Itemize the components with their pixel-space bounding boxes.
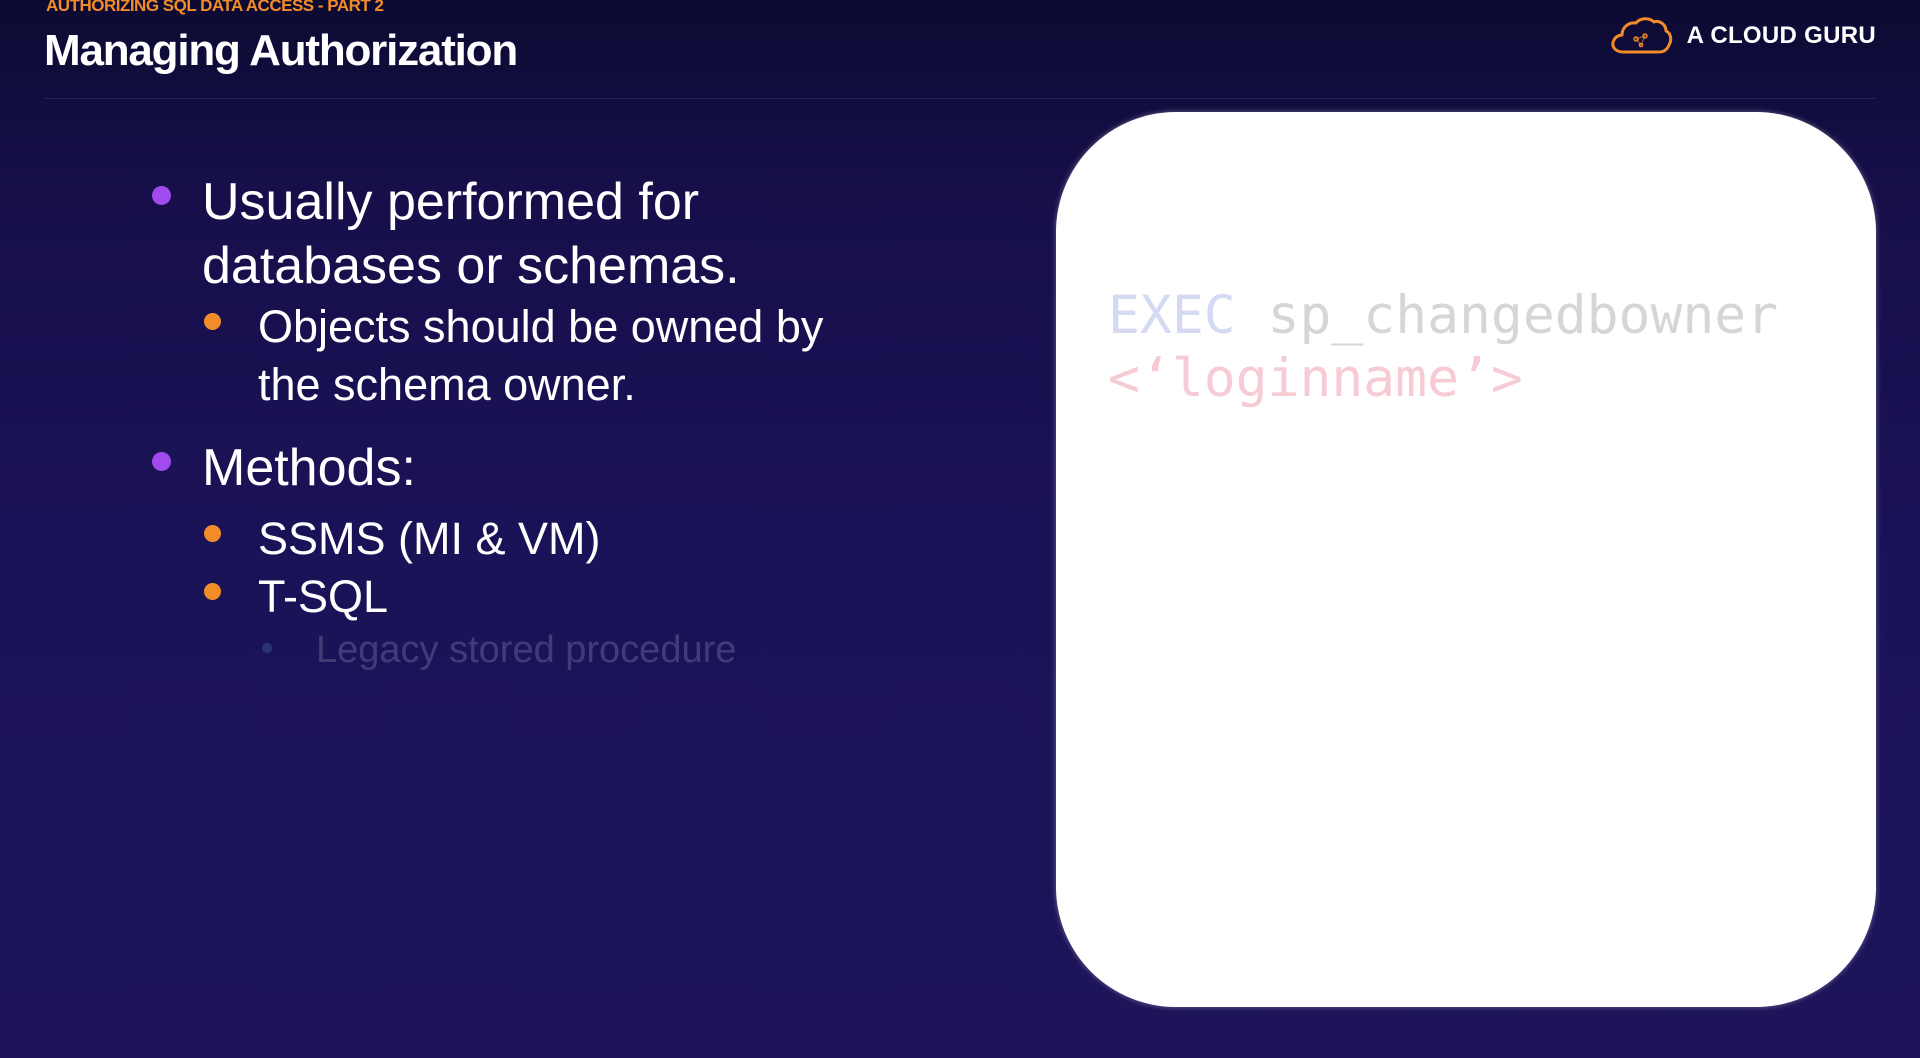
bullet-item: Usually performed for databases or schem… [150,170,970,414]
sub-bullet-line: Objects should be owned by [258,301,824,352]
sub-bullet-item: SSMS (MI & VM) [202,510,970,568]
code-keyword: EXEC [1108,285,1236,346]
sub-bullet-text: Objects should be owned by the schema ow… [258,298,970,414]
sub-bullet-line: the schema owner. [258,359,636,410]
code-line: EXEC sp_changedbowner [1108,284,1778,347]
header-divider [44,98,1876,99]
brand-logo: A CLOUD GURU [1609,16,1876,56]
code-parameter: <‘loginname’> [1108,348,1523,409]
sub-bullet-item: T-SQL Legacy stored procedure [202,568,970,674]
bullet-dot-icon [152,186,171,205]
slide: AUTHORIZING SQL DATA ACCESS - PART 2 Man… [0,0,1920,1058]
sub-bullet-dot-icon [204,313,221,330]
bullet-text: Usually performed for databases or schem… [202,170,970,298]
cloud-icon [1609,16,1673,56]
section-eyebrow: AUTHORIZING SQL DATA ACCESS - PART 2 [46,0,384,15]
code-snippet: EXEC sp_changedbowner <‘loginname’> [1108,284,1778,410]
sub-bullet-item: Objects should be owned by the schema ow… [202,298,970,414]
code-procedure-name: sp_changedbowner [1267,285,1779,346]
sub-bullet-dot-icon [204,525,221,542]
bullet-dot-icon [152,452,171,471]
sub-bullet-dot-icon [204,583,221,600]
sub-sub-bullet-item: Legacy stored procedure [258,626,970,674]
bullet-line: Methods: [202,439,416,497]
slide-title: Managing Authorization [44,26,518,75]
bullet-line: Usually performed for [202,173,700,231]
bullet-text: Methods: [202,436,970,500]
bullet-line: databases or schemas. [202,237,740,295]
sub-sub-bullet-dot-icon [262,643,272,653]
bullet-item: Methods: SSMS (MI & VM) T-SQL Legacy sto… [150,436,970,674]
brand-name: A CLOUD GURU [1686,22,1876,49]
sub-bullet-text: SSMS (MI & VM) [258,513,601,564]
bullet-list: Usually performed for databases or schem… [150,170,970,674]
code-line: <‘loginname’> [1108,347,1778,410]
code-panel: EXEC sp_changedbowner <‘loginname’> [1056,112,1876,1007]
sub-sub-bullet-text: Legacy stored procedure [316,629,737,671]
sub-bullet-text: T-SQL [258,571,389,622]
